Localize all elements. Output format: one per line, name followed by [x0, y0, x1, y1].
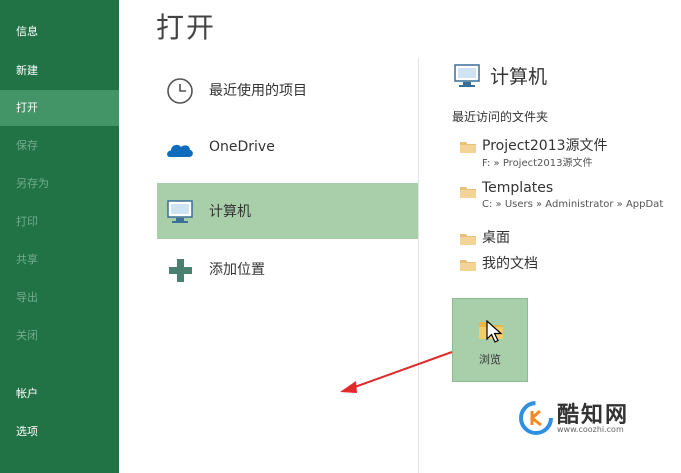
recent-folder-item[interactable]: Project2013源文件 F: » Project2013源文件 [458, 135, 673, 169]
sidebar-item-new[interactable]: 新建 [0, 53, 119, 89]
sidebar-item-open[interactable]: 打开 [0, 90, 119, 126]
recent-folder-item[interactable]: Templates C: » Users » Administrator » A… [458, 180, 681, 214]
folder-icon [460, 256, 476, 271]
recent-folder-item[interactable]: 我的文档 [458, 253, 578, 272]
sidebar-item-close[interactable]: 关闭 [0, 318, 119, 354]
folder-name: 桌面 [482, 230, 510, 246]
clock-icon [165, 76, 195, 106]
computer-icon [452, 62, 482, 90]
sidebar-item-account[interactable]: 帐户 [0, 376, 119, 412]
folder-path: C: » Users » Administrator » AppDat [482, 199, 664, 210]
sidebar-item-options[interactable]: 选项 [0, 414, 119, 450]
browse-label: 浏览 [479, 353, 501, 366]
location-recent[interactable]: 最近使用的项目 [157, 62, 418, 118]
plus-icon [165, 255, 195, 285]
panel-title: 计算机 [490, 66, 548, 88]
watermark: 酷知网 www.coozhi.com [519, 395, 669, 439]
folder-icon [460, 183, 476, 198]
mouse-cursor-icon [486, 319, 504, 344]
location-label: OneDrive [209, 139, 275, 155]
location-label: 最近使用的项目 [209, 83, 307, 99]
computer-icon [165, 197, 195, 227]
folder-path: F: » Project2013源文件 [482, 158, 593, 169]
folder-name: Templates [482, 180, 554, 196]
folder-icon [460, 230, 476, 245]
column-divider [418, 58, 419, 473]
folder-name: 我的文档 [482, 256, 538, 272]
backstage-sidebar: 信息 新建 打开 保存 另存为 打印 共享 导出 关闭 帐户 选项 [0, 0, 119, 473]
sidebar-item-save[interactable]: 保存 [0, 128, 119, 164]
sidebar-item-export[interactable]: 导出 [0, 280, 119, 316]
watermark-url: www.coozhi.com [557, 425, 624, 434]
folder-name: Project2013源文件 [482, 138, 608, 154]
coozhi-logo-icon [519, 401, 553, 435]
location-onedrive[interactable]: OneDrive [157, 121, 418, 177]
location-computer[interactable]: 计算机 [157, 183, 418, 239]
sidebar-item-share[interactable]: 共享 [0, 242, 119, 278]
location-label: 添加位置 [209, 262, 265, 278]
sidebar-item-info[interactable]: 信息 [0, 14, 119, 50]
folder-icon [460, 138, 476, 153]
location-add-place[interactable]: 添加位置 [157, 241, 418, 297]
cloud-icon [165, 135, 195, 165]
sidebar-item-print[interactable]: 打印 [0, 204, 119, 240]
recent-folder-item[interactable]: 桌面 [458, 227, 578, 246]
location-label: 计算机 [209, 204, 251, 220]
page-title: 打开 [156, 11, 217, 44]
sidebar-item-save-as[interactable]: 另存为 [0, 166, 119, 202]
recent-folders-heading: 最近访问的文件夹 [452, 110, 549, 124]
